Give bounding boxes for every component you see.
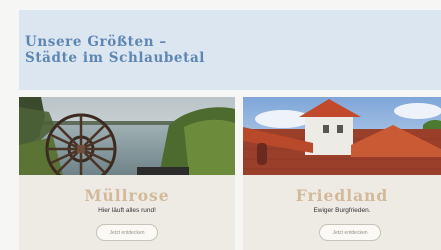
city-slogan: Ewiger Burgfrieden. xyxy=(313,207,371,214)
discover-button[interactable]: Jetzt entdecken xyxy=(96,224,158,241)
city-card-friedland[interactable]: Friedland Ewiger Burgfrieden. Jetzt entd… xyxy=(243,97,441,250)
city-name: Müllrose xyxy=(84,186,170,205)
city-card-muellrose[interactable]: Müllrose Hier läuft alles rund! Jetzt en… xyxy=(19,97,235,250)
muellrose-photo xyxy=(19,97,235,175)
friedland-photo xyxy=(243,97,441,175)
city-name: Friedland xyxy=(295,186,389,205)
section-banner: Unsere Größten – Städte im Schlaubetal xyxy=(19,10,441,90)
discover-button[interactable]: Jetzt entdecken xyxy=(319,224,381,241)
section-title: Unsere Größten – Städte im Schlaubetal xyxy=(25,34,206,66)
city-slogan: Hier läuft alles rund! xyxy=(98,207,156,214)
